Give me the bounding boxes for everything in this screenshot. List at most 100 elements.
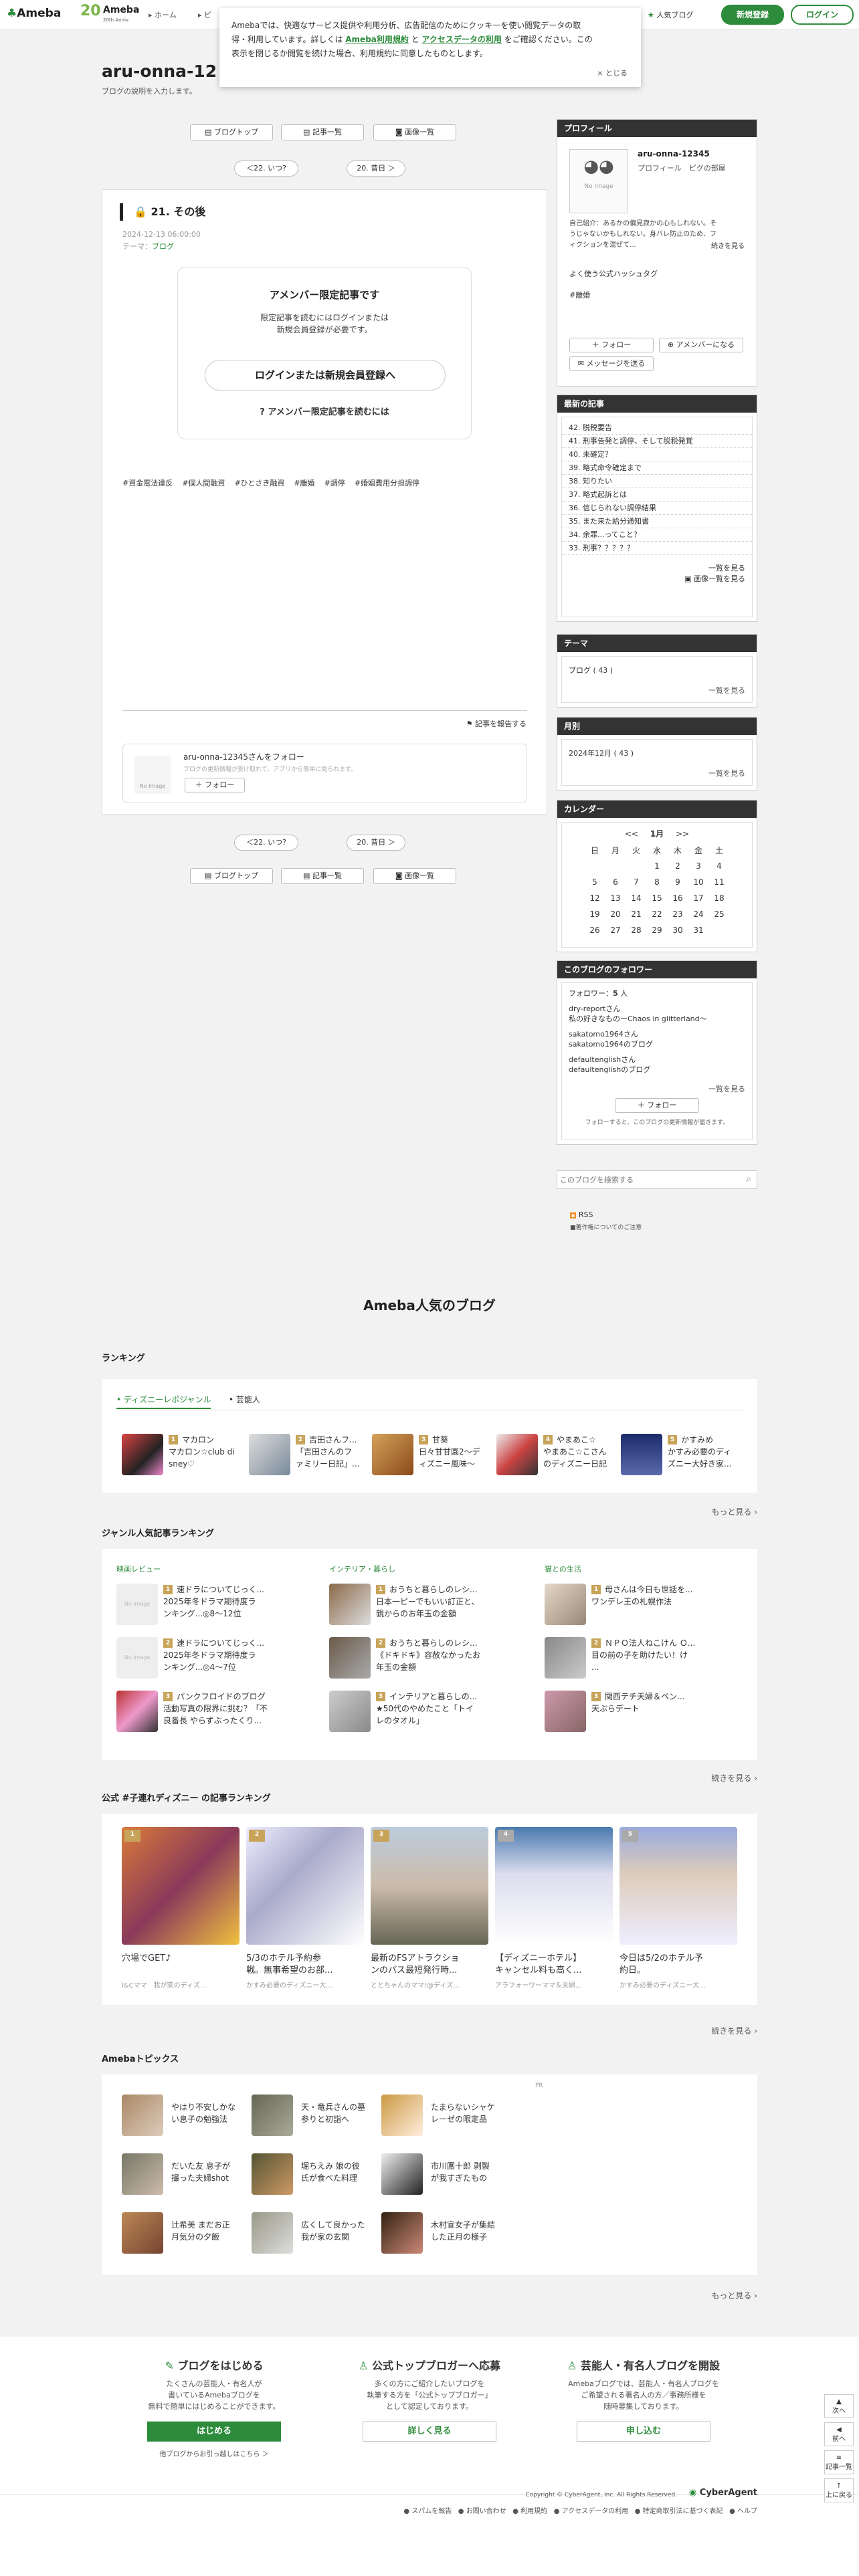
footer-link[interactable]: ● スパムを報告 [403,2508,452,2515]
follower-item[interactable]: dry-reportさん 私の好きなものーChaos in glitterland… [569,1004,745,1024]
report-article-link[interactable]: ⚑ 記事を報告する [466,718,527,729]
topics-more-link[interactable]: もっと見る › [711,2290,757,2301]
genre-name[interactable]: 猫との生活 [545,1564,581,1574]
follower-item[interactable]: sakatomo1964さん sakatomo1964のブログ [569,1029,745,1049]
profile-avatar[interactable]: ◕◕ No Image [569,149,628,213]
prev-article-button[interactable]: ＜22. いつ? [234,160,298,177]
footer-link[interactable]: ● 利用規約 [512,2508,547,2515]
image-list-button-bottom[interactable]: ◙ 画像一覧 [373,868,456,884]
official-more-link[interactable]: 続きを見る › [711,2025,757,2036]
article-list-button[interactable]: ▤ 記事一覧 [281,124,364,140]
cyberagent-logo[interactable]: ◉ CyberAgent [689,2488,757,2498]
followers-more-link[interactable]: 一覧を見る [569,1084,745,1094]
footer-link[interactable]: ● 特定商取引法に基づく表記 [635,2508,723,2515]
recent-article-link[interactable]: 38. 知りたい [562,475,752,488]
migrate-link[interactable]: 他ブログからお引っ越しはこちら ＞ [114,2448,314,2458]
nav-pigg[interactable]: ▸ ピ [198,9,211,20]
blog-top-button[interactable]: ▤ ブログトップ [190,124,273,140]
nav-home[interactable]: ▸ ホーム [149,9,177,20]
nav-popular-blogs[interactable]: ★ 人気ブログ [648,9,693,20]
profile-links[interactable]: プロフィール ピグの部屋 [638,163,726,173]
amember-button[interactable]: ⊕ アメンバーになる [659,338,743,352]
footer-link[interactable]: ● ヘルプ [729,2508,757,2515]
side-nav-list[interactable]: ≡ 記事一覧 [824,2450,854,2474]
prev-article-button-bottom[interactable]: ＜22. いつ? [234,835,298,851]
side-nav-prev[interactable]: ◀ 前へ [824,2422,854,2446]
theme-link[interactable]: ブログ [152,242,174,251]
next-article-button-bottom[interactable]: 20. 昔日 ＞ [347,835,405,851]
member-only-heading: アメンバー限定記事です [269,289,380,301]
blog-search-input[interactable] [560,1172,734,1187]
genre-more-link[interactable]: 続きを見る › [711,1772,757,1784]
ameba-logo[interactable]: ♣Ameba [7,7,61,20]
hashtag[interactable]: #資金電法違反 [122,479,173,488]
signup-button[interactable]: 新規登録 [721,5,784,25]
list-icon: ▤ [303,128,310,136]
bio-more-link[interactable]: 続きを見る [711,240,745,250]
plus-icon: ＋ [195,780,203,789]
anniversary-logo[interactable]: 20 Ameba 20th Anniv. [80,3,140,27]
blog-top-button-bottom[interactable]: ▤ ブログトップ [190,868,273,884]
login-button[interactable]: ログイン [791,5,854,25]
genre-name[interactable]: インテリア・暮らし [329,1564,395,1574]
followers-follow-button[interactable]: ＋ フォロー [615,1098,699,1113]
top-blogger-details-button[interactable]: 詳しく見る [363,2422,496,2442]
start-blog-button[interactable]: はじめる [147,2422,281,2442]
ranking-card: • ディズニーレポジャンル • 芸能人 1 マカロン マカロン☆club di … [102,1379,757,1493]
rss-link[interactable]: ▪ RSS [570,1210,593,1219]
image-list-button[interactable]: ◙ 画像一覧 [373,124,456,140]
calendar-next-button[interactable]: >> [676,829,689,839]
blog-title[interactable]: aru-onna-12 [102,62,217,81]
how-to-read-link[interactable]: ? アメンバー限定記事を読むには [178,405,471,417]
recent-article-link[interactable]: 42. 脱税要告 [562,421,752,435]
side-nav-next[interactable]: ▲ 次へ [824,2394,854,2418]
recent-article-link[interactable]: 39. 略式命令確定まで [562,461,752,475]
hashtag[interactable]: #婚姻費用分担調停 [355,479,419,488]
hashtag[interactable]: #ひとさき融資 [234,479,284,488]
follow-button[interactable]: ＋ フォロー [185,778,245,792]
recent-article-link[interactable]: 33. 刑事？？？？？ [562,542,752,555]
recent-article-link[interactable]: 41. 刑事告発と調停、そして脱税発覚 [562,435,752,448]
theme-more-link[interactable]: 一覧を見る [708,685,752,695]
recent-article-link[interactable]: 34. 余罪...ってこと？ [562,528,752,542]
hashtag[interactable]: #個人間融資 [182,479,225,488]
theme-link-blog[interactable]: ブログ ( 43 ) [569,665,613,675]
terms-link[interactable]: Ameba利用規約 [345,35,409,44]
genre-name[interactable]: 映画レビュー [116,1564,161,1574]
footer-link[interactable]: ● お問い合わせ [458,2508,506,2515]
calendar-prev-button[interactable]: << [625,829,638,839]
side-nav-top[interactable]: ↑ 上に戻る [824,2478,854,2502]
footer-link[interactable]: ● アクセスデータの利用 [554,2508,628,2515]
article-list-button-bottom[interactable]: ▤ 記事一覧 [281,868,364,884]
tab-celebrities[interactable]: • 芸能人 [229,1394,260,1405]
month-link[interactable]: 2024年12月 ( 43 ) [569,748,634,758]
hashtag[interactable]: #調停 [324,479,345,488]
arrow-up-icon: ↑ [836,2482,842,2490]
send-message-button[interactable]: ✉ メッセージを送る [569,356,654,371]
next-article-button[interactable]: 20. 昔日 ＞ [347,160,405,177]
copyright: Copyright © CyberAgent, Inc. All Rights … [525,2492,677,2498]
recent-article-link[interactable]: 37. 略式起訴とは [562,488,752,502]
article-title[interactable]: 🔒 21. その後 [120,203,205,221]
search-icon[interactable]: ⌕ [746,1174,751,1184]
tab-disney-report[interactable]: • ディズニーレポジャンル [116,1394,211,1409]
avatar: No Image [134,756,171,794]
cookie-close-button[interactable]: × とじる [597,66,628,80]
celebrity-apply-button[interactable]: 申し込む [577,2422,710,2442]
recent-article-link[interactable]: 40. 未確定？ [562,448,752,461]
ranking-more-link[interactable]: もっと見る › [711,1506,757,1517]
profile-follow-button[interactable]: ＋ フォロー [569,338,654,352]
access-data-link[interactable]: アクセスデータの利用 [422,35,502,44]
profile-name[interactable]: aru-onna-12345 [638,149,710,158]
recent-article-link[interactable]: 35. また来た給分通知書 [562,515,752,528]
recent-more-link[interactable]: 一覧を見る [562,563,752,574]
recent-article-link[interactable]: 36. 信じられない調停結果 [562,502,752,515]
login-signup-cta-button[interactable]: ログインまたは新規会員登録へ [205,360,446,391]
image-list-more-link[interactable]: ▣ 画像一覧を見る [562,574,752,584]
profile-hashtag[interactable]: #離婚 [569,290,590,300]
hashtag[interactable]: #離婚 [294,479,314,488]
follower-item[interactable]: defaultenglishさん defaultenglishのブログ [569,1055,745,1075]
monthly-more-link[interactable]: 一覧を見る [708,768,752,778]
copyright-notice-link[interactable]: ■著作権についてのご注意 [570,1222,642,1231]
footer-start-blog: ✎ ブログをはじめる たくさんの芸能人・有名人が 書いているAmebaブログを 無料… [114,2357,314,2458]
